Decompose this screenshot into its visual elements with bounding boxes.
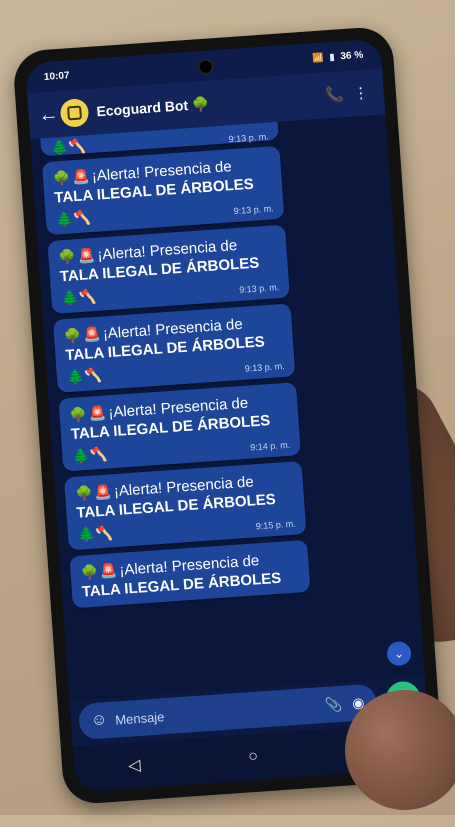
tree-icon: 🌳 — [74, 484, 94, 502]
siren-icon: 🚨 — [88, 404, 107, 422]
tree-icon: 🌳 — [191, 95, 210, 113]
tree-axe-emoji: 🌲🪓 — [66, 366, 103, 386]
tree-icon: 🌳 — [58, 248, 77, 266]
tree-axe-emoji: 🌲🪓 — [77, 524, 114, 543]
status-time: 10:07 — [43, 69, 70, 83]
back-arrow-icon[interactable]: ← — [38, 102, 62, 126]
tree-icon: 🌳 — [69, 405, 88, 424]
message-bubble: 🌳🚨¡Alerta! Presencia de TALA ILEGAL DE Á… — [52, 303, 296, 393]
message-bubble: 🌳🚨¡Alerta! Presencia de TALA ILEGAL DE Á… — [63, 460, 307, 551]
battery-icon: ▮ — [329, 51, 335, 62]
avatar[interactable] — [59, 98, 90, 128]
chat-title[interactable]: Ecoguard Bot 🌳 — [96, 87, 323, 120]
message-time: 9:14 p. m. — [249, 439, 291, 453]
phone-screen: 10:07 📶 ▮ 36 % ← Ecoguard Bot 🌳 📞 ⋮ 🌲🪓 9… — [24, 38, 432, 793]
tree-icon: 🌳 — [52, 169, 72, 187]
message-bubble: 🌳🚨¡Alerta! Presencia de TALA ILEGAL DE Á… — [41, 145, 285, 236]
message-time: 9:15 p. m. — [255, 518, 297, 532]
message-bubble: 🌳🚨¡Alerta! Presencia de TALA ILEGAL DE Á… — [58, 382, 301, 472]
message-list[interactable]: 🌲🪓 9:13 p. m. 🌳🚨¡Alerta! Presencia de TA… — [30, 114, 425, 701]
more-vert-icon[interactable]: ⋮ — [347, 83, 374, 103]
nav-home-icon[interactable]: ○ — [248, 748, 259, 767]
chevron-down-icon: ⌄ — [393, 646, 405, 661]
bot-face-icon — [67, 105, 82, 121]
tree-icon: 🌳 — [80, 563, 99, 581]
siren-icon: 🚨 — [93, 483, 113, 501]
wifi-icon: 📶 — [311, 51, 324, 63]
siren-icon: 🚨 — [82, 325, 102, 343]
attach-icon[interactable]: 📎 — [324, 695, 343, 713]
tree-axe-emoji: 🌲🪓 — [71, 445, 108, 464]
tree-axe-emoji: 🌲🪓 — [60, 287, 97, 307]
message-bubble: 🌳🚨¡Alerta! Presencia de TALA ILEGAL DE Á… — [47, 224, 290, 314]
siren-icon: 🚨 — [77, 246, 96, 265]
message-time: 9:13 p. m. — [238, 282, 280, 295]
tree-icon: 🌳 — [63, 327, 83, 345]
message-input[interactable]: Mensaje — [115, 698, 316, 727]
message-time: 9:13 p. m. — [233, 203, 275, 217]
add-call-icon[interactable]: 📞 — [321, 85, 348, 105]
tree-axe-emoji: 🌲🪓 — [55, 209, 92, 228]
phone-device: 10:07 📶 ▮ 36 % ← Ecoguard Bot 🌳 📞 ⋮ 🌲🪓 9… — [12, 25, 444, 806]
tree-axe-emoji: 🌲🪓 — [50, 137, 87, 156]
battery-level: 36 % — [340, 49, 364, 62]
siren-icon: 🚨 — [99, 562, 118, 580]
message-time: 9:13 p. m. — [228, 131, 269, 145]
message-time: 9:13 p. m. — [244, 360, 286, 374]
siren-icon: 🚨 — [71, 168, 91, 186]
nav-back-icon[interactable]: ◁ — [128, 755, 142, 776]
emoji-icon[interactable]: ☺ — [90, 711, 108, 730]
chat-title-text: Ecoguard Bot — [95, 96, 189, 119]
message-bubble: 🌳🚨¡Alerta! Presencia de TALA ILEGAL DE Á… — [69, 539, 311, 609]
